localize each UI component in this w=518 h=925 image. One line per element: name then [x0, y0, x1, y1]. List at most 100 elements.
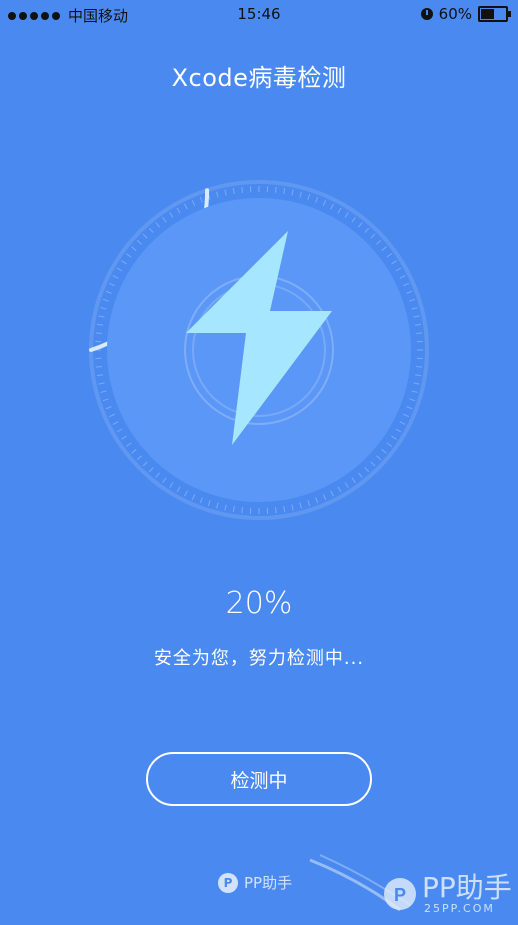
tick-mark: [156, 473, 160, 478]
tick-mark: [338, 487, 341, 492]
tick-mark: [323, 200, 325, 205]
tick-mark: [392, 261, 397, 264]
status-bar: 中国移动 15:46 60%: [0, 0, 518, 28]
tick-mark: [137, 456, 141, 460]
tick-mark: [358, 223, 362, 228]
tick-mark: [208, 500, 210, 506]
tick-mark: [416, 333, 422, 334]
tick-mark: [143, 234, 147, 238]
tick-mark: [409, 299, 415, 301]
tick-mark: [163, 217, 167, 222]
tick-mark: [376, 456, 380, 460]
tick-mark: [284, 506, 285, 512]
tick-mark: [101, 308, 107, 310]
tick-mark: [97, 324, 103, 325]
tick-mark: [358, 473, 362, 478]
tick-mark: [96, 367, 102, 368]
tick-mark: [185, 204, 188, 209]
scan-progress-dial: [86, 177, 432, 523]
tick-mark: [143, 462, 147, 466]
tick-mark: [403, 414, 408, 416]
tick-mark: [338, 208, 341, 213]
tick-mark: [400, 422, 405, 425]
tick-mark: [149, 228, 153, 232]
tick-mark: [331, 204, 334, 209]
tick-mark: [412, 391, 418, 393]
tick-mark: [106, 407, 112, 409]
tick-mark: [300, 503, 302, 509]
tick-mark: [137, 240, 141, 244]
tick-mark: [300, 192, 302, 198]
tick-mark: [382, 449, 387, 453]
tick-mark: [163, 478, 167, 483]
tick-mark: [308, 500, 310, 506]
tick-mark: [323, 494, 325, 499]
tick-mark: [242, 507, 243, 513]
tick-mark: [99, 316, 105, 317]
tick-mark: [415, 375, 421, 376]
tick-mark: [192, 200, 194, 205]
tick-mark: [225, 505, 226, 511]
tick-mark: [177, 208, 180, 213]
tick-mark: [225, 190, 226, 196]
svg-text:P: P: [394, 885, 406, 905]
tick-mark: [387, 443, 392, 447]
progress-status-text: 安全为您，努力检测中...: [0, 644, 518, 670]
tick-mark: [382, 247, 387, 251]
tick-mark: [177, 487, 180, 492]
tick-mark: [345, 212, 348, 217]
scanning-button[interactable]: 检测中: [146, 752, 372, 806]
tick-mark: [345, 483, 348, 488]
footer-brand-name: PP助手: [244, 872, 292, 893]
tick-mark: [352, 478, 356, 483]
tick-mark: [101, 391, 107, 393]
tick-mark: [233, 506, 234, 512]
pp-logo-icon: P: [218, 873, 238, 893]
tick-mark: [371, 462, 375, 466]
tick-mark: [97, 375, 103, 376]
tick-mark: [103, 399, 109, 401]
tick-mark: [376, 240, 380, 244]
tick-mark: [308, 194, 310, 200]
tick-mark: [276, 187, 277, 193]
tick-mark: [109, 414, 114, 416]
tick-mark: [200, 498, 202, 504]
tick-mark: [149, 467, 153, 471]
alarm-icon: [421, 8, 433, 20]
tick-mark: [170, 483, 173, 488]
tick-mark: [292, 190, 293, 196]
tick-mark: [387, 254, 392, 258]
tick-mark: [407, 291, 413, 293]
tick-mark: [331, 491, 334, 496]
tick-mark: [217, 503, 219, 509]
tick-mark: [412, 308, 418, 310]
watermark-text: PP助手: [422, 866, 512, 906]
scan-dial-graphic: [86, 177, 432, 523]
tick-mark: [292, 505, 293, 511]
tick-mark: [109, 283, 114, 285]
tick-mark: [365, 228, 369, 232]
tick-mark: [316, 197, 318, 203]
tick-mark: [242, 187, 243, 193]
tick-mark: [185, 491, 188, 496]
tick-mark: [316, 498, 318, 504]
tick-mark: [99, 383, 105, 384]
tick-mark: [365, 467, 369, 471]
tick-mark: [400, 276, 405, 279]
page-title: Xcode病毒检测: [0, 58, 518, 93]
tick-mark: [284, 188, 285, 194]
tick-mark: [217, 192, 219, 198]
watermark-subtext: 25PP.COM: [424, 902, 495, 915]
tick-mark: [132, 247, 137, 251]
progress-percent: 20%: [0, 586, 518, 621]
tick-mark: [117, 429, 122, 432]
footer-brand: P PP助手: [218, 872, 292, 893]
tick-mark: [392, 436, 397, 439]
tick-mark: [126, 443, 131, 447]
status-right: 60%: [421, 5, 508, 23]
tick-mark: [415, 324, 421, 325]
tick-mark: [121, 436, 126, 439]
tick-mark: [200, 197, 202, 203]
tick-mark: [113, 422, 118, 425]
tick-mark: [113, 276, 118, 279]
